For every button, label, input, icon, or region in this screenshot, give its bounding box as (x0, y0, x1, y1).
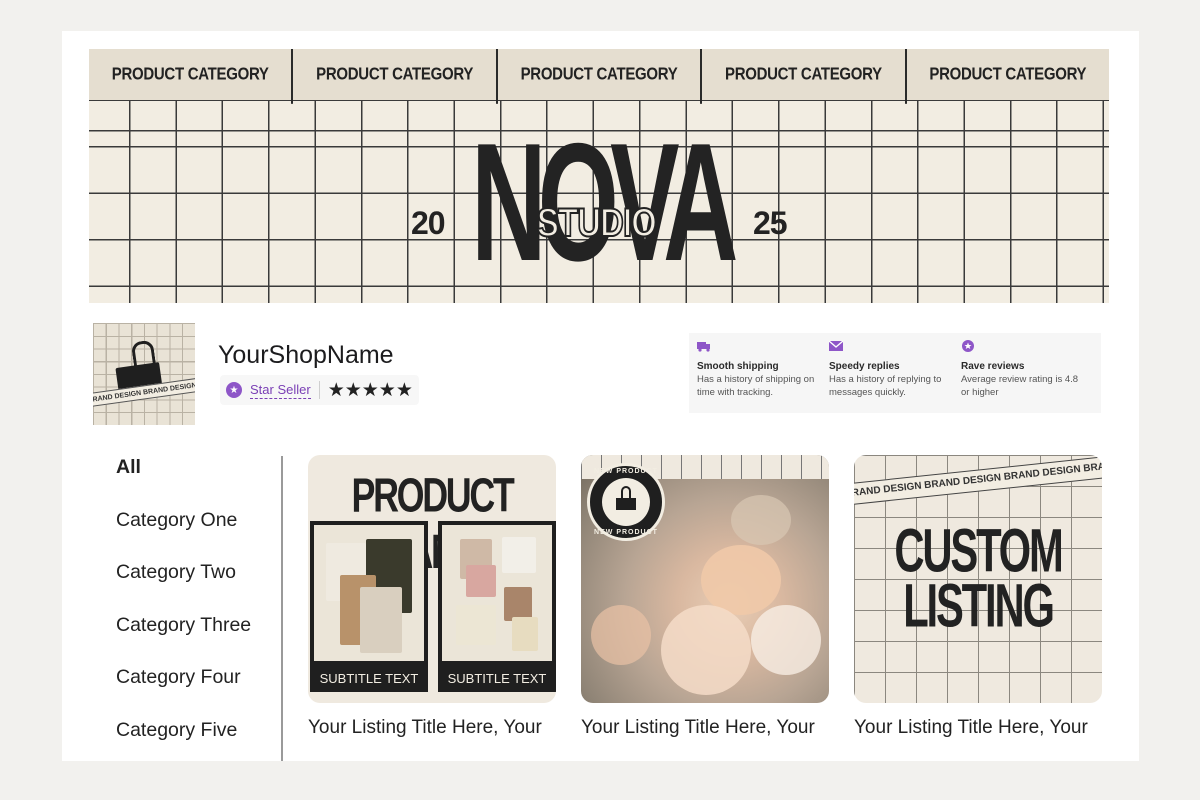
listing-image[interactable]: PRODUCT NAME SUBTITLE TEXT SUBTITLE TEXT (308, 455, 556, 703)
fabric-swatch-photo (314, 525, 424, 661)
rating-stars[interactable]: ★★★★★ (328, 379, 413, 402)
perk-title: Speedy replies (829, 361, 900, 372)
listing-card[interactable]: NEW PRODUCT NEW PRODUCT Your Listing Tit… (581, 455, 829, 739)
listing-card[interactable]: PRODUCT NAME SUBTITLE TEXT SUBTITLE TEXT… (308, 455, 556, 739)
binder-clip-icon (616, 498, 636, 510)
star-seller-icon: ★ (226, 382, 242, 398)
category-sidebar: All Category One Category Two Category T… (116, 451, 276, 767)
envelope-icon (828, 340, 844, 351)
subtitle-text: SUBTITLE TEXT (319, 671, 419, 686)
banner-year-left: 20 (411, 205, 446, 241)
shop-page: PRODUCT CATEGORY PRODUCT CATEGORY PRODUC… (62, 31, 1139, 761)
shop-name[interactable]: YourShopName (218, 341, 394, 370)
product-photo-panel: SUBTITLE TEXT (438, 521, 556, 692)
listing-title[interactable]: Your Listing Title Here, Your (581, 717, 829, 739)
star-seller-link[interactable]: Star Seller (250, 382, 311, 399)
truck-icon (697, 342, 710, 352)
heading-line-2: LISTING (903, 571, 1055, 640)
product-photo-panel: SUBTITLE TEXT (310, 521, 428, 692)
category-tab-5[interactable]: PRODUCT CATEGORY (907, 49, 1109, 104)
perk-title: Smooth shipping (697, 361, 779, 372)
banner-year-right: 25 (753, 205, 788, 241)
custom-listing-heading: CUSTOM LISTING (889, 521, 1068, 640)
sidebar-divider (281, 456, 283, 761)
new-product-badge: NEW PRODUCT NEW PRODUCT (587, 463, 665, 541)
sidebar-item-all[interactable]: All (116, 451, 276, 504)
perk-description: Has a history of replying to messages qu… (829, 374, 942, 398)
shop-perks: Smooth shipping Has a history of shippin… (689, 333, 1101, 413)
sidebar-item-category-two[interactable]: Category Two (116, 556, 276, 609)
sidebar-item-category-four[interactable]: Category Four (116, 661, 276, 714)
listing-image[interactable]: NEW PRODUCT NEW PRODUCT (581, 455, 829, 703)
category-tab-2[interactable]: PRODUCT CATEGORY (293, 49, 498, 104)
shop-logo[interactable]: BRAND DESIGN BRAND DESIGN BRAND DESIGN (93, 323, 195, 425)
category-tab-1[interactable]: PRODUCT CATEGORY (89, 49, 294, 104)
listing-title[interactable]: Your Listing Title Here, Your (308, 717, 556, 739)
perk-description: Average review rating is 4.8 or higher (961, 374, 1079, 398)
badge-text-top: NEW PRODUCT (594, 468, 658, 475)
sidebar-item-category-one[interactable]: Category One (116, 504, 276, 557)
perk-replies: Speedy replies Has a history of replying… (828, 340, 961, 406)
banner-brand-sub: STUDIO (536, 200, 657, 246)
fabric-swatch-photo (442, 525, 552, 661)
subtitle-text: SUBTITLE TEXT (447, 671, 547, 686)
sidebar-item-category-five[interactable]: Category Five (116, 714, 276, 767)
listing-card[interactable]: BRAND DESIGN BRAND DESIGN BRAND DESIGN B… (854, 455, 1102, 739)
perk-shipping: Smooth shipping Has a history of shippin… (697, 340, 829, 406)
category-bar: PRODUCT CATEGORY PRODUCT CATEGORY PRODUC… (89, 49, 1109, 104)
badge-divider (318, 381, 320, 399)
shop-banner: PRODUCT CATEGORY PRODUCT CATEGORY PRODUC… (89, 49, 1109, 303)
star-badge-icon (962, 340, 974, 352)
perk-description: Has a history of shipping on time with t… (697, 374, 815, 398)
perk-reviews: Rave reviews Average review rating is 4.… (961, 340, 1093, 406)
listing-title[interactable]: Your Listing Title Here, Your (854, 717, 1102, 739)
category-tab-3[interactable]: PRODUCT CATEGORY (498, 49, 703, 104)
listing-image[interactable]: BRAND DESIGN BRAND DESIGN BRAND DESIGN B… (854, 455, 1102, 703)
badge-center (602, 478, 650, 526)
category-tab-4[interactable]: PRODUCT CATEGORY (702, 49, 907, 104)
perk-title: Rave reviews (961, 361, 1025, 372)
brand-design-strip: BRAND DESIGN BRAND DESIGN BRAND DESIGN B… (854, 455, 1102, 506)
seller-badge-row: ★ Star Seller ★★★★★ (220, 375, 419, 405)
sidebar-item-category-three[interactable]: Category Three (116, 609, 276, 662)
badge-text-bottom: NEW PRODUCT (594, 529, 658, 536)
